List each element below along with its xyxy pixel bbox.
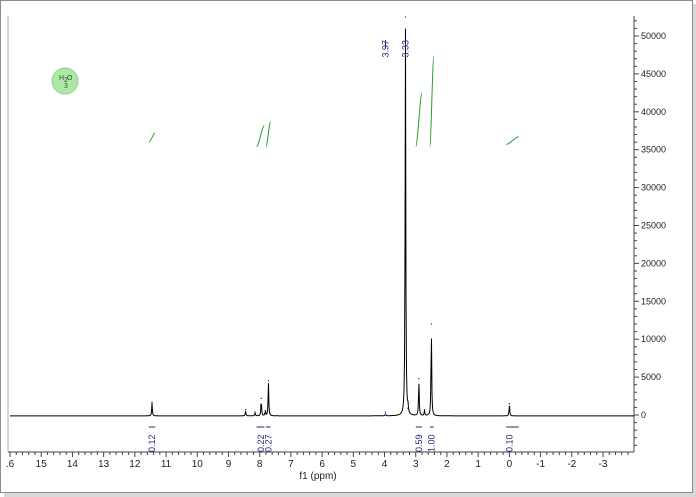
peak-mark [264,409,266,412]
solvent-badge: H 2 O3 [51,67,79,95]
integral-value: 1.00 [426,434,436,452]
integral-value: 0.59 [414,434,424,452]
peak-mark [254,411,256,413]
x-tick-label: 1 [475,459,481,470]
y-tick-label: 15000 [641,296,666,306]
integral-value: 0.10 [504,434,514,452]
y-tick-label: 45000 [641,69,666,79]
x-tick-label: 8 [257,459,263,470]
badge-text-below: 3 [64,83,68,90]
y-tick-label: 30000 [641,183,666,193]
peak-mark [404,16,407,18]
x-tick-label: -3 [599,459,608,470]
x-tick-label: 11 [161,459,172,470]
peak-mark [245,409,247,411]
badge-text-o: O [67,75,73,82]
frame-shadow-bottom [4,493,696,497]
integral-value: 0.12 [147,434,157,452]
spectrum-plot: 0 5000 10000 15000 20000 25000 30000 35000 40000… [0,0,696,497]
x-tick-label: 15 [36,459,48,470]
y-tick-label: 5000 [641,372,661,382]
y-tick-label: 40000 [641,107,666,117]
peak-mark [423,409,426,411]
peak-mark [418,378,420,380]
peak-mark [508,403,510,405]
x-tick-label: .6 [6,459,15,470]
y-tick-label: 0 [641,410,646,420]
x-tick-label: 14 [67,459,79,470]
integral-value: 0.27 [263,434,273,452]
x-tick-label: -2 [567,459,576,470]
x-tick-label: 12 [129,459,141,470]
x-tick-label: 9 [226,459,232,470]
x-tick-label: 4 [382,459,388,470]
x-tick-label: 6 [319,459,325,470]
y-tick-label: 25000 [641,221,666,231]
peak-mark [430,323,432,325]
peak-mark [260,397,262,399]
peak-label-3.33: 3.33 [400,40,410,58]
y-tick-label: 10000 [641,334,666,344]
x-tick-label: 7 [288,459,294,470]
nmr-spectrum-chart: 0 5000 10000 15000 20000 25000 30000 35000 40000… [0,0,696,497]
x-tick-label: 13 [98,459,110,470]
x-axis-title: f1 (ppm) [299,471,336,482]
peak-mark [151,401,153,403]
peak-mark [407,407,409,409]
x-tick-label: 5 [351,459,357,470]
window-frame [0,0,693,493]
peak-mark [267,380,270,382]
y-tick-label: 50000 [641,31,666,41]
x-tick-label: -1 [536,459,545,470]
peak-label-3.97: 3.97 [380,40,390,58]
y-tick-label: 20000 [641,258,666,268]
y-tick-label: 35000 [641,145,666,155]
x-tick-label: 2 [444,459,450,470]
x-tick-label: 0 [507,459,513,470]
x-tick-label: 10 [192,459,204,470]
x-tick-label: 3 [413,459,419,470]
